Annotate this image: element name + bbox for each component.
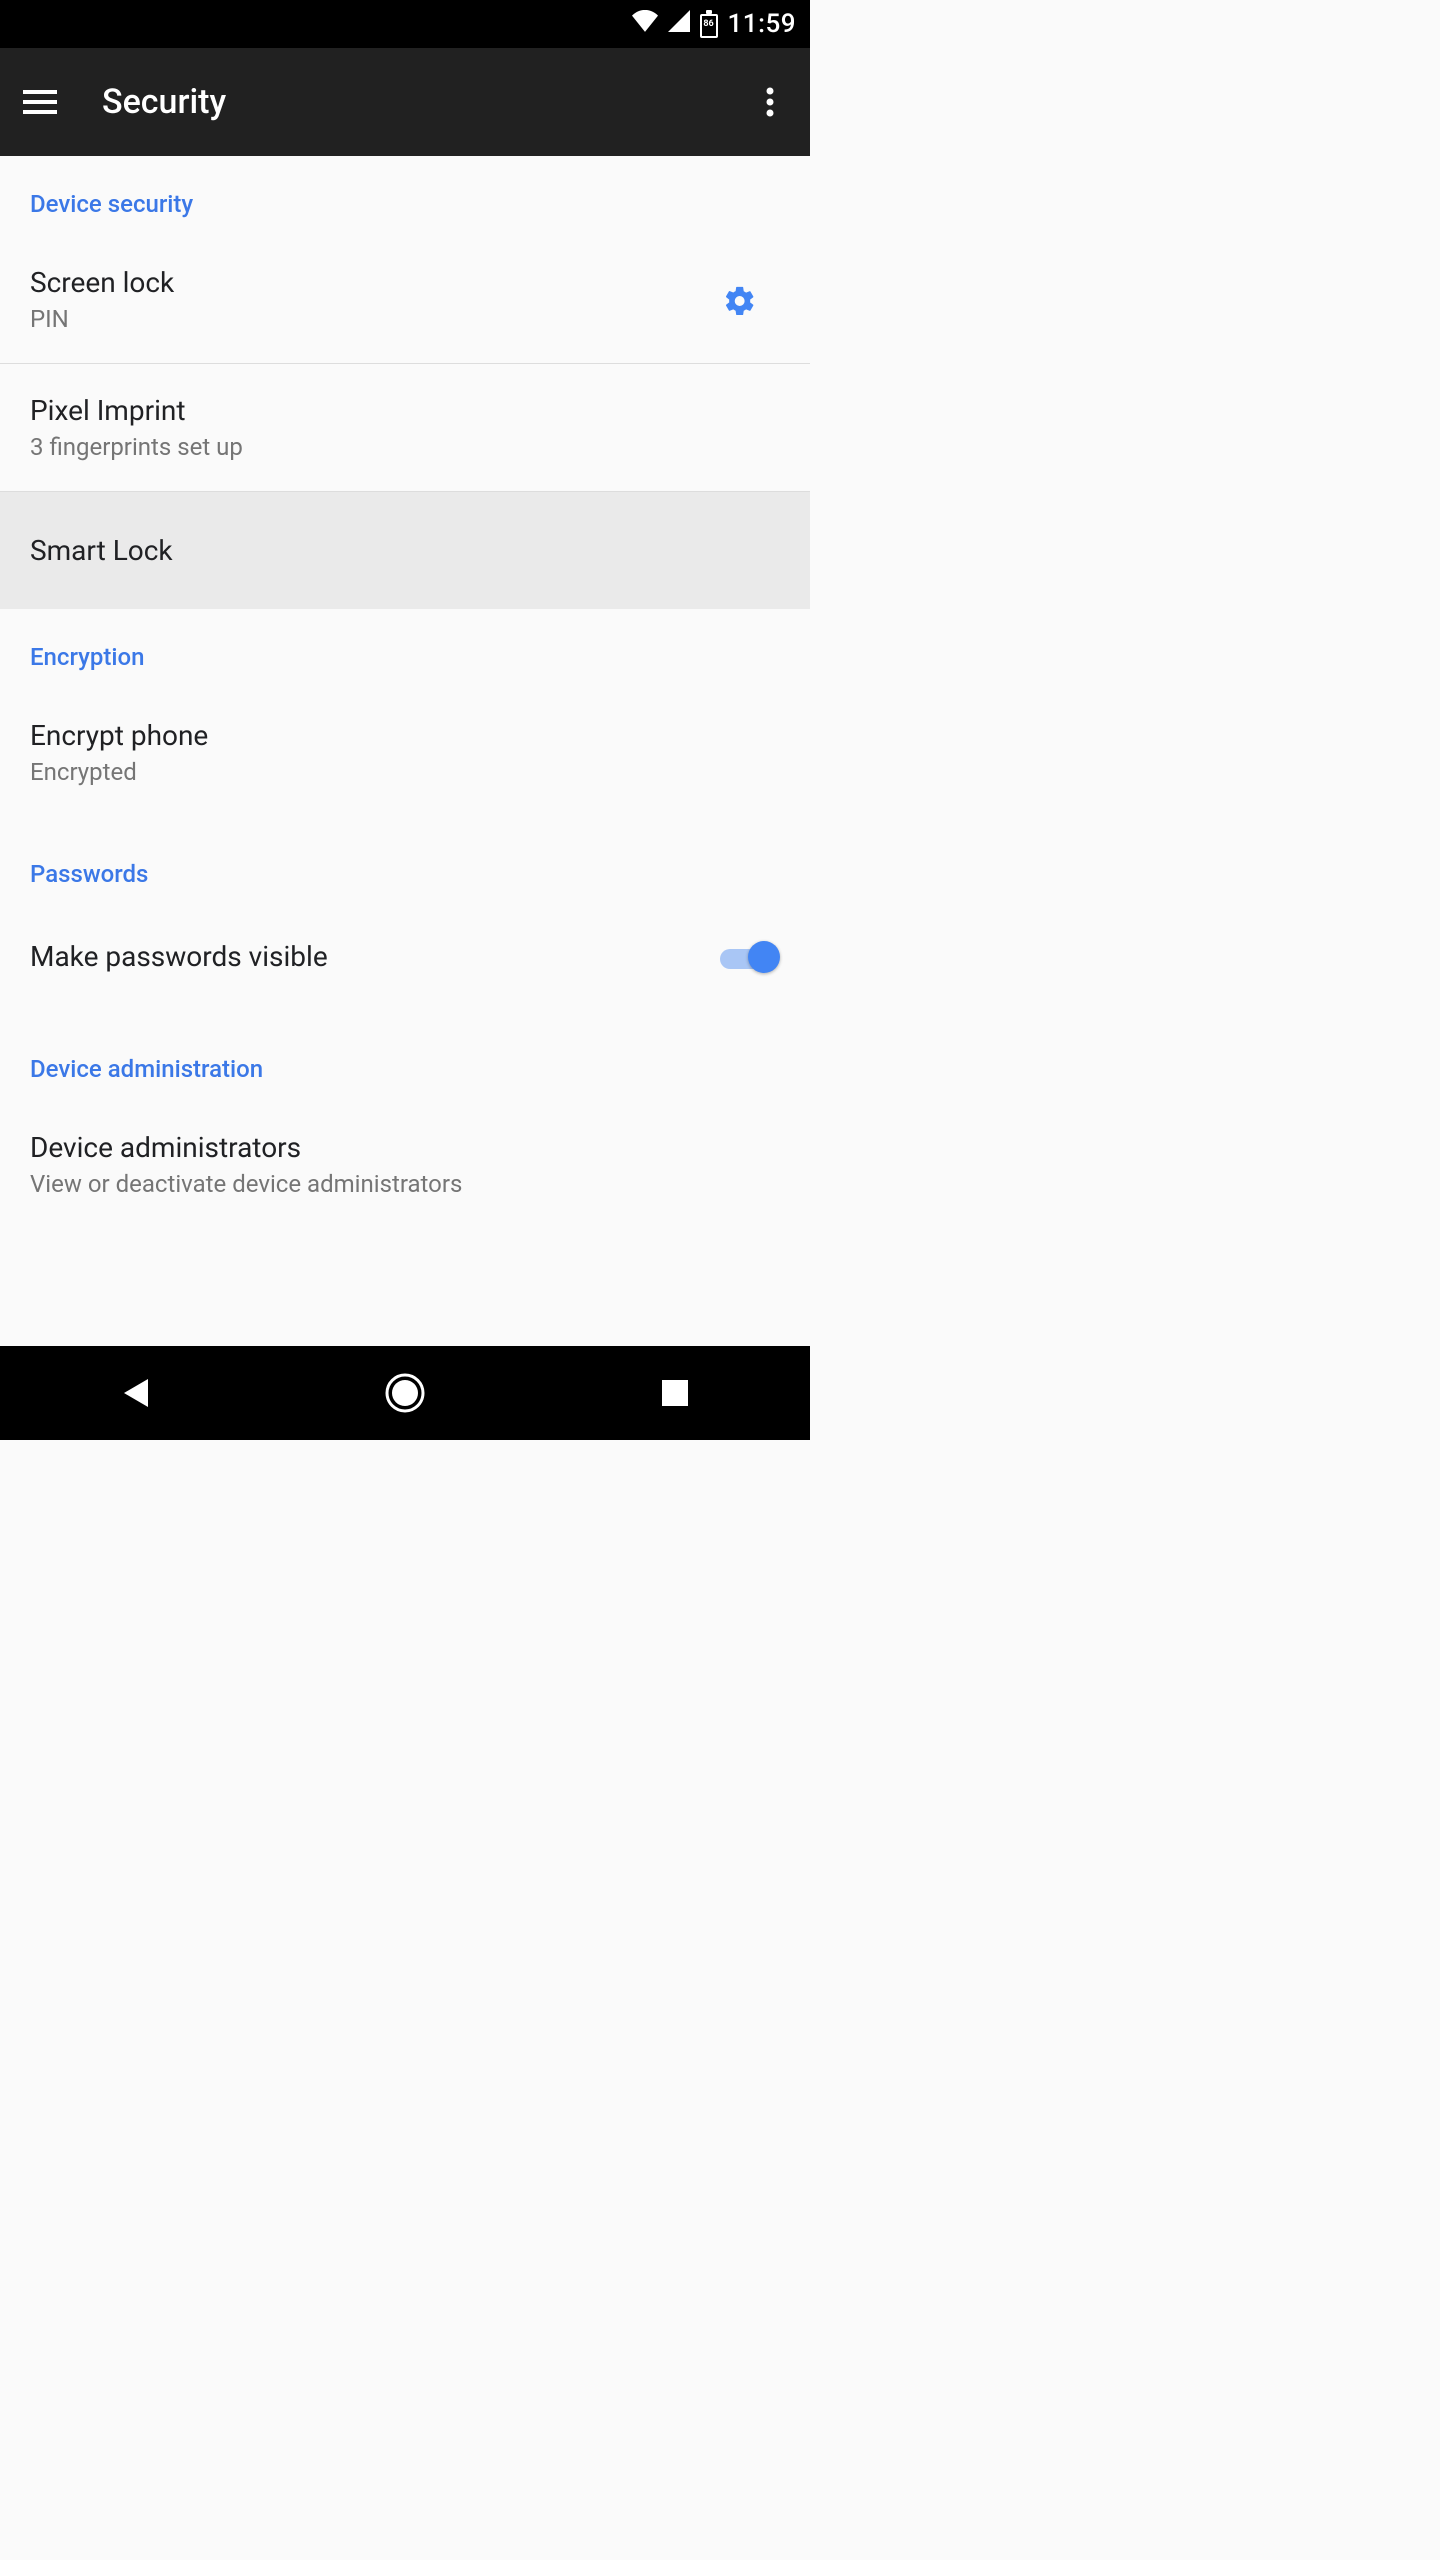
setting-subtitle: PIN xyxy=(30,305,700,333)
setting-title: Make passwords visible xyxy=(30,940,720,973)
overflow-menu-icon[interactable] xyxy=(750,82,790,122)
screen-lock-settings-button[interactable] xyxy=(700,278,780,322)
app-bar: Security xyxy=(0,48,810,156)
battery-icon: 86 xyxy=(698,10,720,38)
setting-subtitle: Encrypted xyxy=(30,758,780,786)
section-header-encryption: Encryption xyxy=(0,609,810,681)
setting-title: Screen lock xyxy=(30,266,700,299)
gear-icon xyxy=(723,284,757,322)
setting-title: Pixel Imprint xyxy=(30,394,780,427)
setting-title: Device administrators xyxy=(30,1131,780,1164)
nav-home-button[interactable] xyxy=(375,1363,435,1423)
section-header-device-admin: Device administration xyxy=(0,1015,810,1093)
settings-content: Device security Screen lock PIN Pixel Im… xyxy=(0,156,810,1346)
status-bar: 86 11:59 xyxy=(0,0,810,48)
section-header-passwords: Passwords xyxy=(0,816,810,898)
status-clock: 11:59 xyxy=(728,9,796,39)
page-title: Security xyxy=(102,82,750,122)
setting-screen-lock[interactable]: Screen lock PIN xyxy=(0,228,810,363)
setting-pixel-imprint[interactable]: Pixel Imprint 3 fingerprints set up xyxy=(0,364,810,491)
setting-subtitle: 3 fingerprints set up xyxy=(30,433,780,461)
setting-title: Encrypt phone xyxy=(30,719,780,752)
passwords-visible-toggle[interactable] xyxy=(720,941,780,973)
setting-smart-lock[interactable]: Smart Lock xyxy=(0,492,810,609)
nav-back-button[interactable] xyxy=(105,1363,165,1423)
setting-subtitle: View or deactivate device administrators xyxy=(30,1170,780,1198)
navigation-bar xyxy=(0,1346,810,1440)
section-header-device-security: Device security xyxy=(0,156,810,228)
setting-encrypt-phone[interactable]: Encrypt phone Encrypted xyxy=(0,681,810,816)
setting-title: Smart Lock xyxy=(30,534,780,567)
hamburger-icon[interactable] xyxy=(20,82,60,122)
switch-thumb xyxy=(748,941,780,973)
battery-percent: 86 xyxy=(698,10,720,38)
setting-device-administrators[interactable]: Device administrators View or deactivate… xyxy=(0,1093,810,1210)
wifi-icon xyxy=(632,10,658,38)
setting-make-passwords-visible[interactable]: Make passwords visible xyxy=(0,898,810,1015)
cellular-icon xyxy=(666,10,690,38)
nav-recents-button[interactable] xyxy=(645,1363,705,1423)
